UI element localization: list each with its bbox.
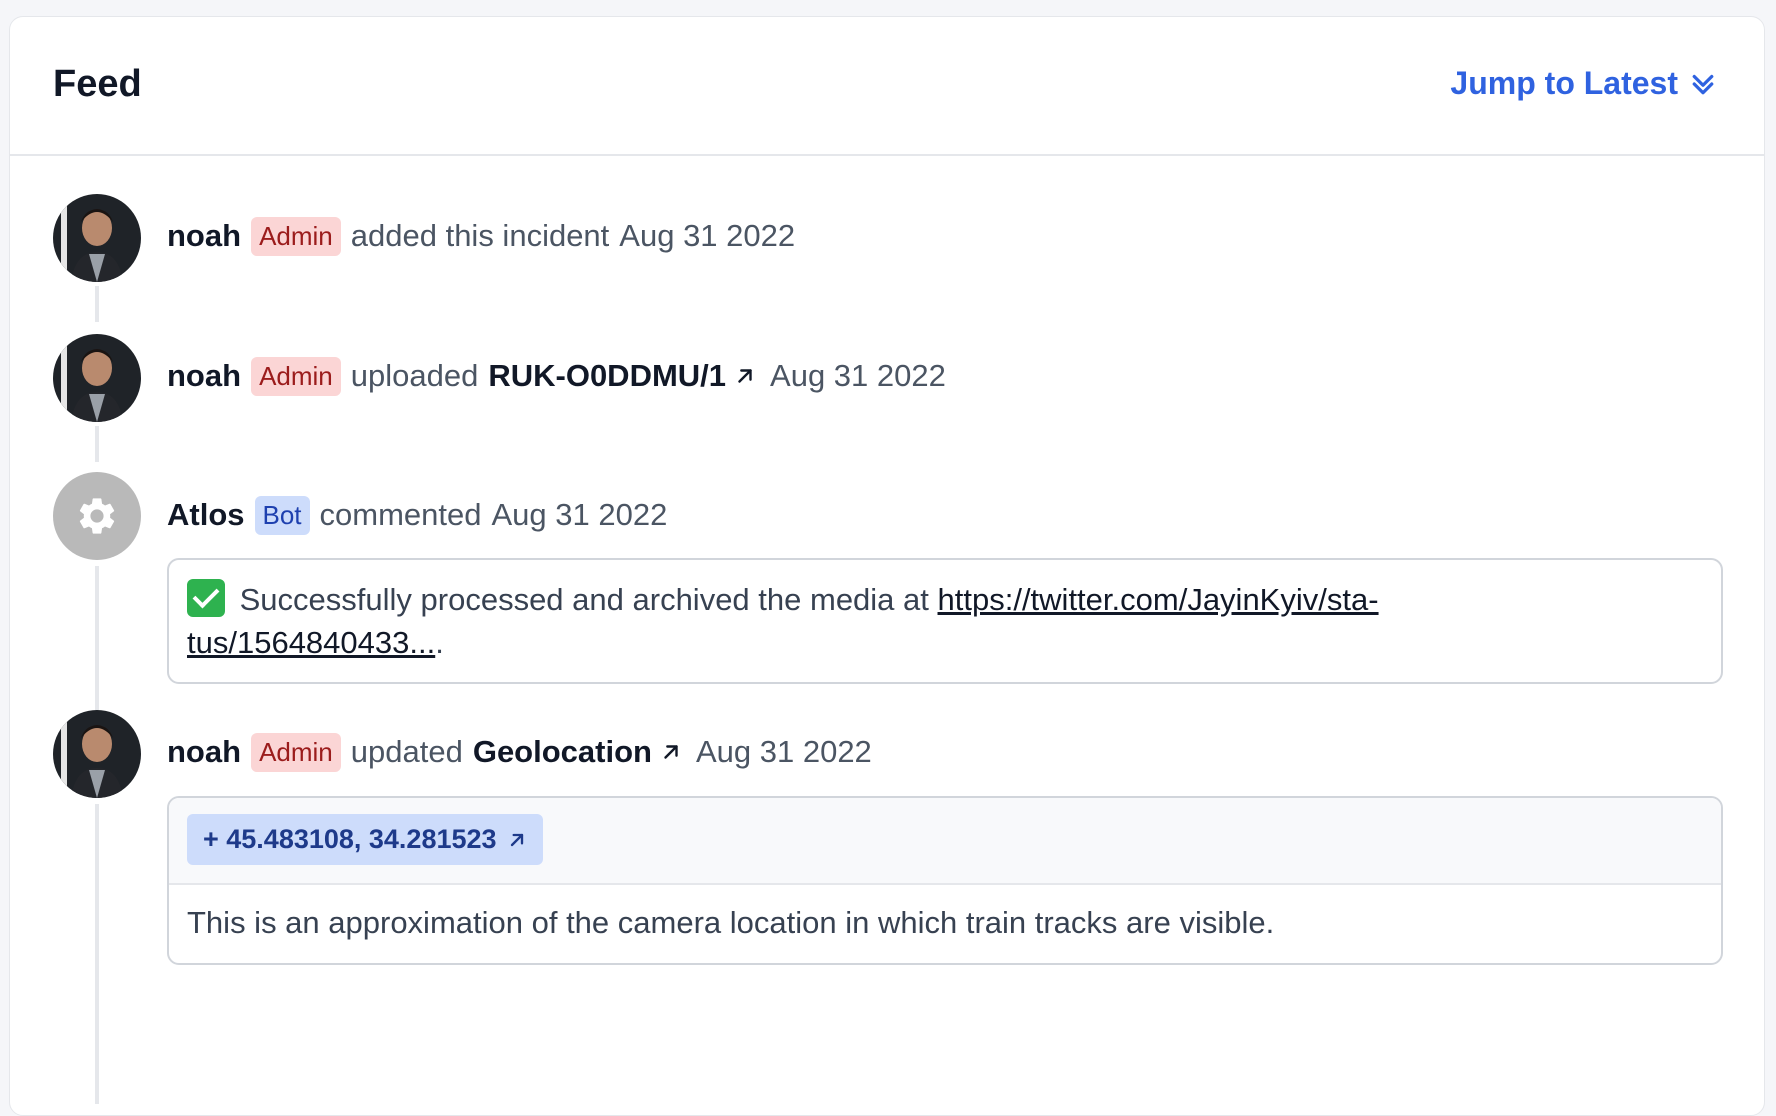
comment-prefix: Successfully processed and archived the … — [239, 582, 938, 617]
chevron-double-down-icon — [1692, 74, 1714, 94]
geolocation-box: + 45.483108, 34.281523 This is an approx… — [167, 796, 1723, 965]
feed-item-meta: noah Admin uploaded RUK-O0DDMU/1 Aug 31 … — [167, 354, 946, 398]
comment-suffix: . — [435, 625, 444, 660]
profile-photo — [53, 710, 141, 798]
comment-link-part1: https://twitter.com/JayinKyiv/sta- — [937, 582, 1379, 617]
coordinates-chip[interactable]: + 45.483108, 34.281523 — [187, 814, 543, 865]
timeline-line — [95, 286, 99, 322]
external-link-icon — [510, 833, 523, 846]
media-link[interactable]: RUK-O0DDMU/1 — [488, 358, 726, 394]
role-badge: Bot — [254, 495, 310, 535]
check-mark-icon — [187, 579, 225, 617]
action-text: uploaded — [350, 358, 479, 393]
gear-icon — [79, 498, 115, 534]
username[interactable]: noah — [167, 218, 241, 254]
timeline-line — [95, 426, 99, 462]
jump-to-latest-button[interactable]: Jump to Latest — [1450, 65, 1718, 102]
avatar[interactable] — [53, 334, 141, 422]
profile-photo — [53, 194, 141, 282]
timestamp: Aug 31 2022 — [770, 358, 946, 393]
timestamp: Aug 31 2022 — [619, 218, 796, 253]
feed-card: Feed Jump to Latest noah Admin added thi… — [9, 16, 1765, 1116]
role-badge: Admin — [251, 732, 341, 772]
avatar[interactable] — [53, 710, 141, 798]
avatar[interactable] — [53, 194, 141, 282]
external-link-icon — [738, 369, 752, 383]
feed-item-meta: Atlos Bot commented Aug 31 2022 — [167, 493, 667, 537]
feed-item-meta: noah Admin added this incident Aug 31 20… — [167, 214, 795, 258]
timestamp: Aug 31 2022 — [695, 734, 872, 769]
feed-item-meta: noah Admin updated Geolocation Aug 31 20… — [167, 730, 872, 774]
role-badge: Admin — [251, 216, 341, 256]
geolocation-link[interactable]: Geolocation — [473, 734, 652, 770]
jump-to-latest-label: Jump to Latest — [1450, 65, 1678, 101]
timestamp: Aug 31 2022 — [491, 497, 668, 532]
geolocation-header: + 45.483108, 34.281523 — [169, 798, 1721, 885]
page-title: Feed — [53, 63, 142, 105]
username[interactable]: Atlos — [167, 497, 245, 533]
action-text: updated — [350, 734, 463, 769]
geolocation-description: This is an approximation of the camera l… — [187, 905, 1275, 940]
external-link-icon — [664, 745, 678, 759]
username[interactable]: noah — [167, 358, 241, 394]
comment-text: Successfully processed and archived the … — [169, 560, 1721, 682]
action-text: commented — [319, 497, 482, 532]
comment-link-part2: tus/1564840433... — [187, 625, 436, 660]
role-badge: Admin — [251, 356, 341, 396]
username[interactable]: noah — [167, 734, 241, 770]
coordinates-label: + 45.483108, 34.281523 — [203, 824, 497, 854]
timeline-line — [95, 804, 99, 1104]
profile-photo — [53, 334, 141, 422]
action-text: added this incident — [350, 218, 610, 253]
comment-box: Successfully processed and archived the … — [167, 558, 1723, 684]
feed-header: Feed Jump to Latest — [10, 17, 1764, 156]
avatar — [53, 472, 141, 560]
